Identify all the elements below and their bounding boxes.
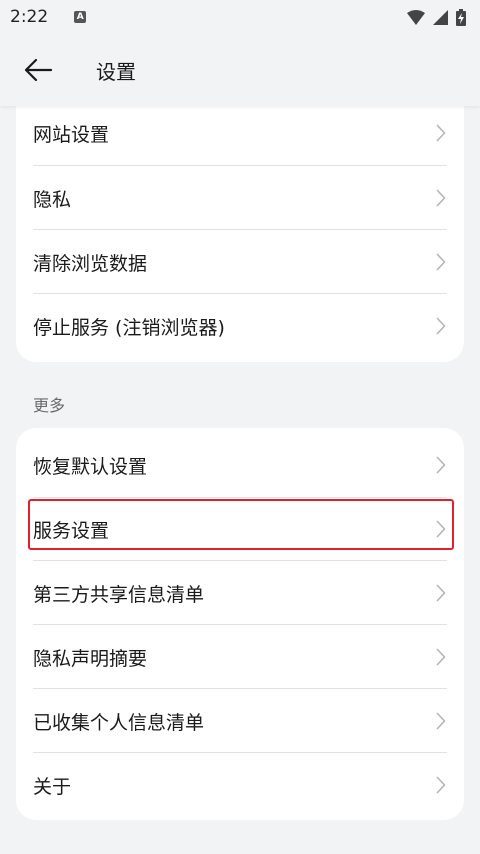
item-label: 服务设置 <box>33 519 110 542</box>
chevron-right-icon <box>436 456 446 474</box>
restore-defaults-item[interactable]: 恢复默认设置 <box>16 433 464 497</box>
signal-icon <box>433 9 448 25</box>
settings-card-main: 网站设置 隐私 清除浏览数据 停止服务 (注销浏览器) <box>16 96 464 362</box>
item-label: 第三方共享信息清单 <box>33 583 205 606</box>
page-title: 设置 <box>96 59 136 84</box>
stop-service-item[interactable]: 停止服务 (注销浏览器) <box>16 294 464 358</box>
item-label: 已收集个人信息清单 <box>33 711 205 734</box>
service-settings-item[interactable]: 服务设置 <box>16 497 464 561</box>
notification-icon: A <box>74 11 87 23</box>
privacy-statement-summary-item[interactable]: 隐私声明摘要 <box>16 625 464 689</box>
chevron-right-icon <box>436 317 446 335</box>
wifi-icon <box>407 9 425 25</box>
back-button[interactable] <box>8 40 68 100</box>
battery-charging-icon <box>456 8 466 26</box>
chevron-right-icon <box>436 520 446 538</box>
status-time: 2:22 <box>10 7 49 27</box>
chevron-right-icon <box>436 712 446 730</box>
privacy-item[interactable]: 隐私 <box>16 166 464 230</box>
chevron-right-icon <box>436 124 446 142</box>
chevron-right-icon <box>436 584 446 602</box>
chevron-right-icon <box>436 648 446 666</box>
item-label: 清除浏览数据 <box>33 252 148 275</box>
chevron-right-icon <box>436 189 446 207</box>
third-party-sharing-list-item[interactable]: 第三方共享信息清单 <box>16 561 464 625</box>
status-icons <box>407 8 466 26</box>
item-label: 网站设置 <box>33 123 110 146</box>
clear-browsing-data-item[interactable]: 清除浏览数据 <box>16 230 464 294</box>
item-label: 恢复默认设置 <box>33 455 148 478</box>
item-label: 隐私声明摘要 <box>33 647 148 670</box>
item-label: 隐私 <box>33 188 72 211</box>
website-settings-item[interactable]: 网站设置 <box>16 101 464 165</box>
arrow-left-icon <box>24 58 53 82</box>
collected-personal-info-list-item[interactable]: 已收集个人信息清单 <box>16 689 464 753</box>
section-title-more: 更多 <box>33 396 66 415</box>
item-label: 停止服务 (注销浏览器) <box>33 316 225 339</box>
chevron-right-icon <box>436 253 446 271</box>
app-header: 设置 <box>0 34 480 106</box>
settings-card-more: 恢复默认设置 服务设置 第三方共享信息清单 隐私声明摘要 已收集个人信息清单 关… <box>16 428 464 820</box>
item-label: 关于 <box>33 775 72 798</box>
status-bar: 2:22 A <box>0 0 480 34</box>
about-item[interactable]: 关于 <box>16 753 464 817</box>
chevron-right-icon <box>436 776 446 794</box>
